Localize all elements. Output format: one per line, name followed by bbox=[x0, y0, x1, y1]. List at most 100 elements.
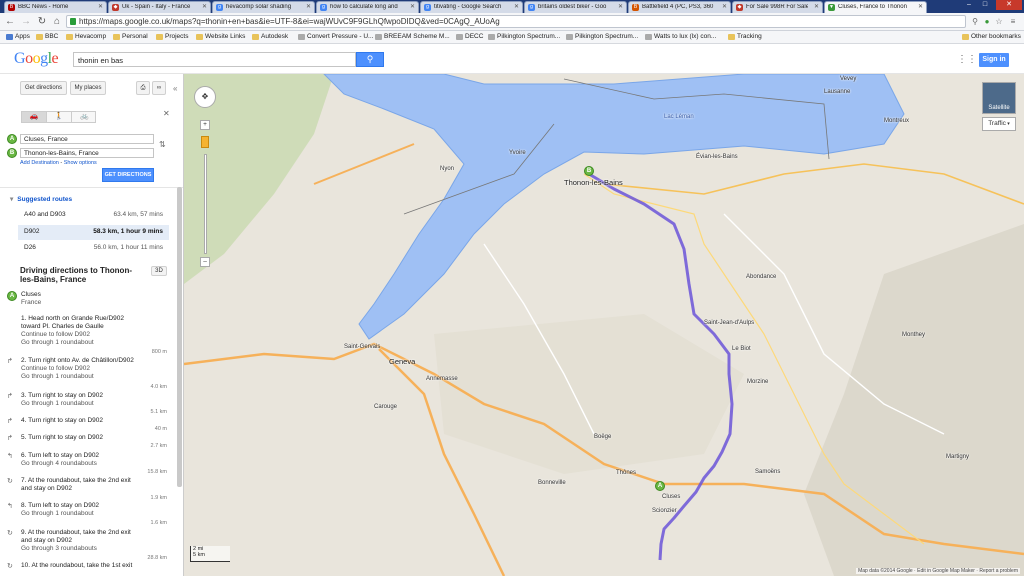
bookmark-item[interactable]: Autodesk bbox=[252, 33, 288, 40]
bookmark-item[interactable]: Tracking bbox=[728, 33, 762, 40]
directions-title: Driving directions to Thonon-les-Bains, … bbox=[20, 266, 132, 284]
swap-icon[interactable]: ⇅ bbox=[159, 140, 166, 149]
close-tab-icon[interactable]: ✕ bbox=[918, 3, 923, 10]
collapse-panel-icon[interactable]: « bbox=[173, 84, 177, 93]
browser-tab[interactable]: B BBC News - Home ✕ bbox=[4, 1, 107, 13]
route-option[interactable]: A40 and D903 63.4 km, 57 mins bbox=[18, 208, 169, 223]
close-tab-icon[interactable]: ✕ bbox=[202, 3, 207, 10]
bookmark-item[interactable]: Hevacomp bbox=[66, 33, 106, 40]
close-tab-icon[interactable]: ✕ bbox=[722, 3, 727, 10]
direction-step[interactable]: ↻ 10. At the roundabout, take the 1st exi… bbox=[7, 562, 167, 570]
direction-step[interactable]: ↻ 7. At the roundabout, take the 2nd exit… bbox=[7, 477, 167, 501]
suggested-routes-heading[interactable]: ▾ Suggested routes bbox=[10, 195, 72, 203]
url-field[interactable]: https://maps.google.co.uk/maps?q=thonin+… bbox=[66, 15, 966, 28]
sign-in-button[interactable]: Sign in bbox=[979, 53, 1009, 67]
back-icon[interactable]: ← bbox=[4, 16, 16, 28]
bookmark-item[interactable]: BBC bbox=[36, 33, 58, 40]
search-input[interactable]: thonin en bas bbox=[73, 52, 356, 67]
browser-tab[interactable]: g britains oldest biker - Goo ✕ bbox=[524, 1, 627, 13]
other-bookmarks[interactable]: Other bookmarks bbox=[962, 33, 1021, 40]
star-icon[interactable]: ☆ bbox=[994, 17, 1004, 27]
turn-right-icon: ↱ bbox=[7, 358, 13, 365]
bookmark-item[interactable]: Projects bbox=[156, 33, 188, 40]
extension-icon[interactable]: ● bbox=[982, 17, 992, 27]
get-directions-button[interactable]: GET DIRECTIONS bbox=[102, 168, 154, 182]
search-icon[interactable]: ⚲ bbox=[970, 17, 980, 27]
close-tab-icon[interactable]: ✕ bbox=[410, 3, 415, 10]
map-label: Geneva bbox=[389, 357, 416, 366]
apps-grid-icon bbox=[6, 34, 13, 40]
bookmark-apps[interactable]: Apps bbox=[6, 33, 30, 40]
waypoint-b-icon: B bbox=[7, 148, 17, 158]
direction-step[interactable]: 1. Head north on Grande Rue/D902 toward … bbox=[7, 315, 167, 355]
direction-step[interactable]: ↱ 4. Turn right to stay on D902 40 m bbox=[7, 417, 167, 432]
3d-button[interactable]: 3D bbox=[151, 266, 167, 276]
close-window-icon[interactable]: ✕ bbox=[996, 0, 1022, 10]
browser-tab[interactable]: g hevacomp solar shading ✕ bbox=[212, 1, 315, 13]
close-tab-icon[interactable]: ✕ bbox=[306, 3, 311, 10]
google-logo[interactable]: Google bbox=[14, 50, 59, 68]
to-field[interactable]: Thonon-les-Bains, France bbox=[20, 148, 154, 158]
apps-grid-icon[interactable]: ⋮⋮⋮ bbox=[957, 55, 987, 65]
direction-step[interactable]: ↱ 2. Turn right onto Av. de Châtillon/D90… bbox=[7, 357, 167, 390]
car-icon[interactable]: 🚗 bbox=[22, 112, 47, 122]
bookmark-item[interactable]: Watts to lux (lx) con... bbox=[645, 33, 716, 40]
show-options-link[interactable]: Show options bbox=[64, 160, 97, 166]
route-option[interactable]: D26 56.0 km, 1 hour 11 mins bbox=[18, 241, 169, 256]
pan-control[interactable]: ✥ bbox=[194, 86, 216, 108]
close-icon[interactable]: ✕ bbox=[163, 109, 170, 118]
direction-step[interactable]: ↱ 3. Turn right to stay on D902 Go through… bbox=[7, 392, 167, 415]
walk-icon[interactable]: 🚶 bbox=[47, 112, 72, 122]
route-option-selected[interactable]: D902 58.3 km, 1 hour 9 mins bbox=[18, 225, 169, 240]
zoom-out-button[interactable]: – bbox=[200, 257, 210, 267]
close-tab-icon[interactable]: ✕ bbox=[514, 3, 519, 10]
bookmark-item[interactable]: Website Links bbox=[196, 33, 245, 40]
bookmark-item[interactable]: Personal bbox=[113, 33, 148, 40]
browser-tab-active[interactable]: ▼ Cluses, France to Thonon ✕ bbox=[824, 1, 927, 13]
direction-step[interactable]: ↰ 8. Turn left to stay on D902 Go through … bbox=[7, 502, 167, 526]
panel-scrollbar[interactable] bbox=[177, 187, 182, 487]
menu-icon[interactable]: ≡ bbox=[1008, 17, 1018, 27]
bookmark-item[interactable]: DECC bbox=[456, 33, 483, 40]
close-tab-icon[interactable]: ✕ bbox=[814, 3, 819, 10]
bbc-icon: B bbox=[8, 4, 15, 11]
pegman-icon[interactable] bbox=[201, 136, 209, 148]
bookmark-item[interactable]: BREEAM Scheme M... bbox=[375, 33, 450, 40]
traffic-button[interactable]: Traffic ▾ bbox=[982, 117, 1016, 131]
direction-step[interactable]: ↰ 6. Turn left to stay on D902 Go through … bbox=[7, 452, 167, 475]
direction-step[interactable]: ↱ 5. Turn right to stay on D902 2.7 km bbox=[7, 434, 167, 449]
satellite-button[interactable]: Satellite bbox=[982, 82, 1016, 114]
lock-icon bbox=[70, 18, 76, 25]
waypoint-a-marker[interactable]: A bbox=[655, 481, 665, 491]
forward-icon[interactable]: → bbox=[20, 16, 32, 28]
browser-tab[interactable]: B Battlefield 4 (PC, PS3, 360 ✕ bbox=[628, 1, 731, 13]
from-field[interactable]: Cluses, France bbox=[20, 134, 154, 144]
browser-tab[interactable]: ◆ Uk - Spain - Italy - France ✕ bbox=[108, 1, 211, 13]
bookmark-item[interactable]: Convert Pressure - U... bbox=[298, 33, 373, 40]
home-icon[interactable]: ⌂ bbox=[51, 16, 63, 28]
browser-tab[interactable]: ◆ For Sale 998R For Sale ✕ bbox=[732, 1, 823, 13]
search-button[interactable]: ⚲ bbox=[356, 52, 384, 67]
bookmark-item[interactable]: Pilkington Spectrum... bbox=[566, 33, 638, 40]
reload-icon[interactable]: ↻ bbox=[36, 16, 48, 28]
waypoint-b-marker[interactable]: B bbox=[584, 166, 594, 176]
close-tab-icon[interactable]: ✕ bbox=[618, 3, 623, 10]
get-directions-tab[interactable]: Get directions bbox=[20, 81, 67, 95]
close-tab-icon[interactable]: ✕ bbox=[98, 3, 103, 10]
bookmark-item[interactable]: Pilkington Spectrum... bbox=[488, 33, 560, 40]
bike-icon[interactable]: 🚲 bbox=[72, 112, 97, 122]
map-canvas[interactable]: ✥ + – Satellite Traffic ▾ A B 2 mi 5 km M… bbox=[184, 74, 1024, 576]
browser-tab[interactable]: g titivating - Google Search ✕ bbox=[420, 1, 523, 13]
my-places-tab[interactable]: My places bbox=[70, 81, 106, 95]
zoom-in-button[interactable]: + bbox=[200, 120, 210, 130]
direction-step[interactable]: ↻ 9. At the roundabout, take the 2nd exit… bbox=[7, 529, 167, 561]
minimize-icon[interactable]: – bbox=[962, 0, 976, 10]
map-label: Morzine bbox=[747, 379, 769, 385]
browser-tab[interactable]: g how to calculate long and ✕ bbox=[316, 1, 419, 13]
maximize-icon[interactable]: □ bbox=[978, 0, 992, 10]
link-icon[interactable]: ∞ bbox=[152, 81, 166, 95]
map-label: Monthey bbox=[902, 332, 926, 338]
print-icon[interactable]: ⎙ bbox=[136, 81, 150, 95]
add-destination-link[interactable]: Add Destination bbox=[20, 160, 59, 166]
zoom-slider[interactable] bbox=[204, 154, 207, 254]
